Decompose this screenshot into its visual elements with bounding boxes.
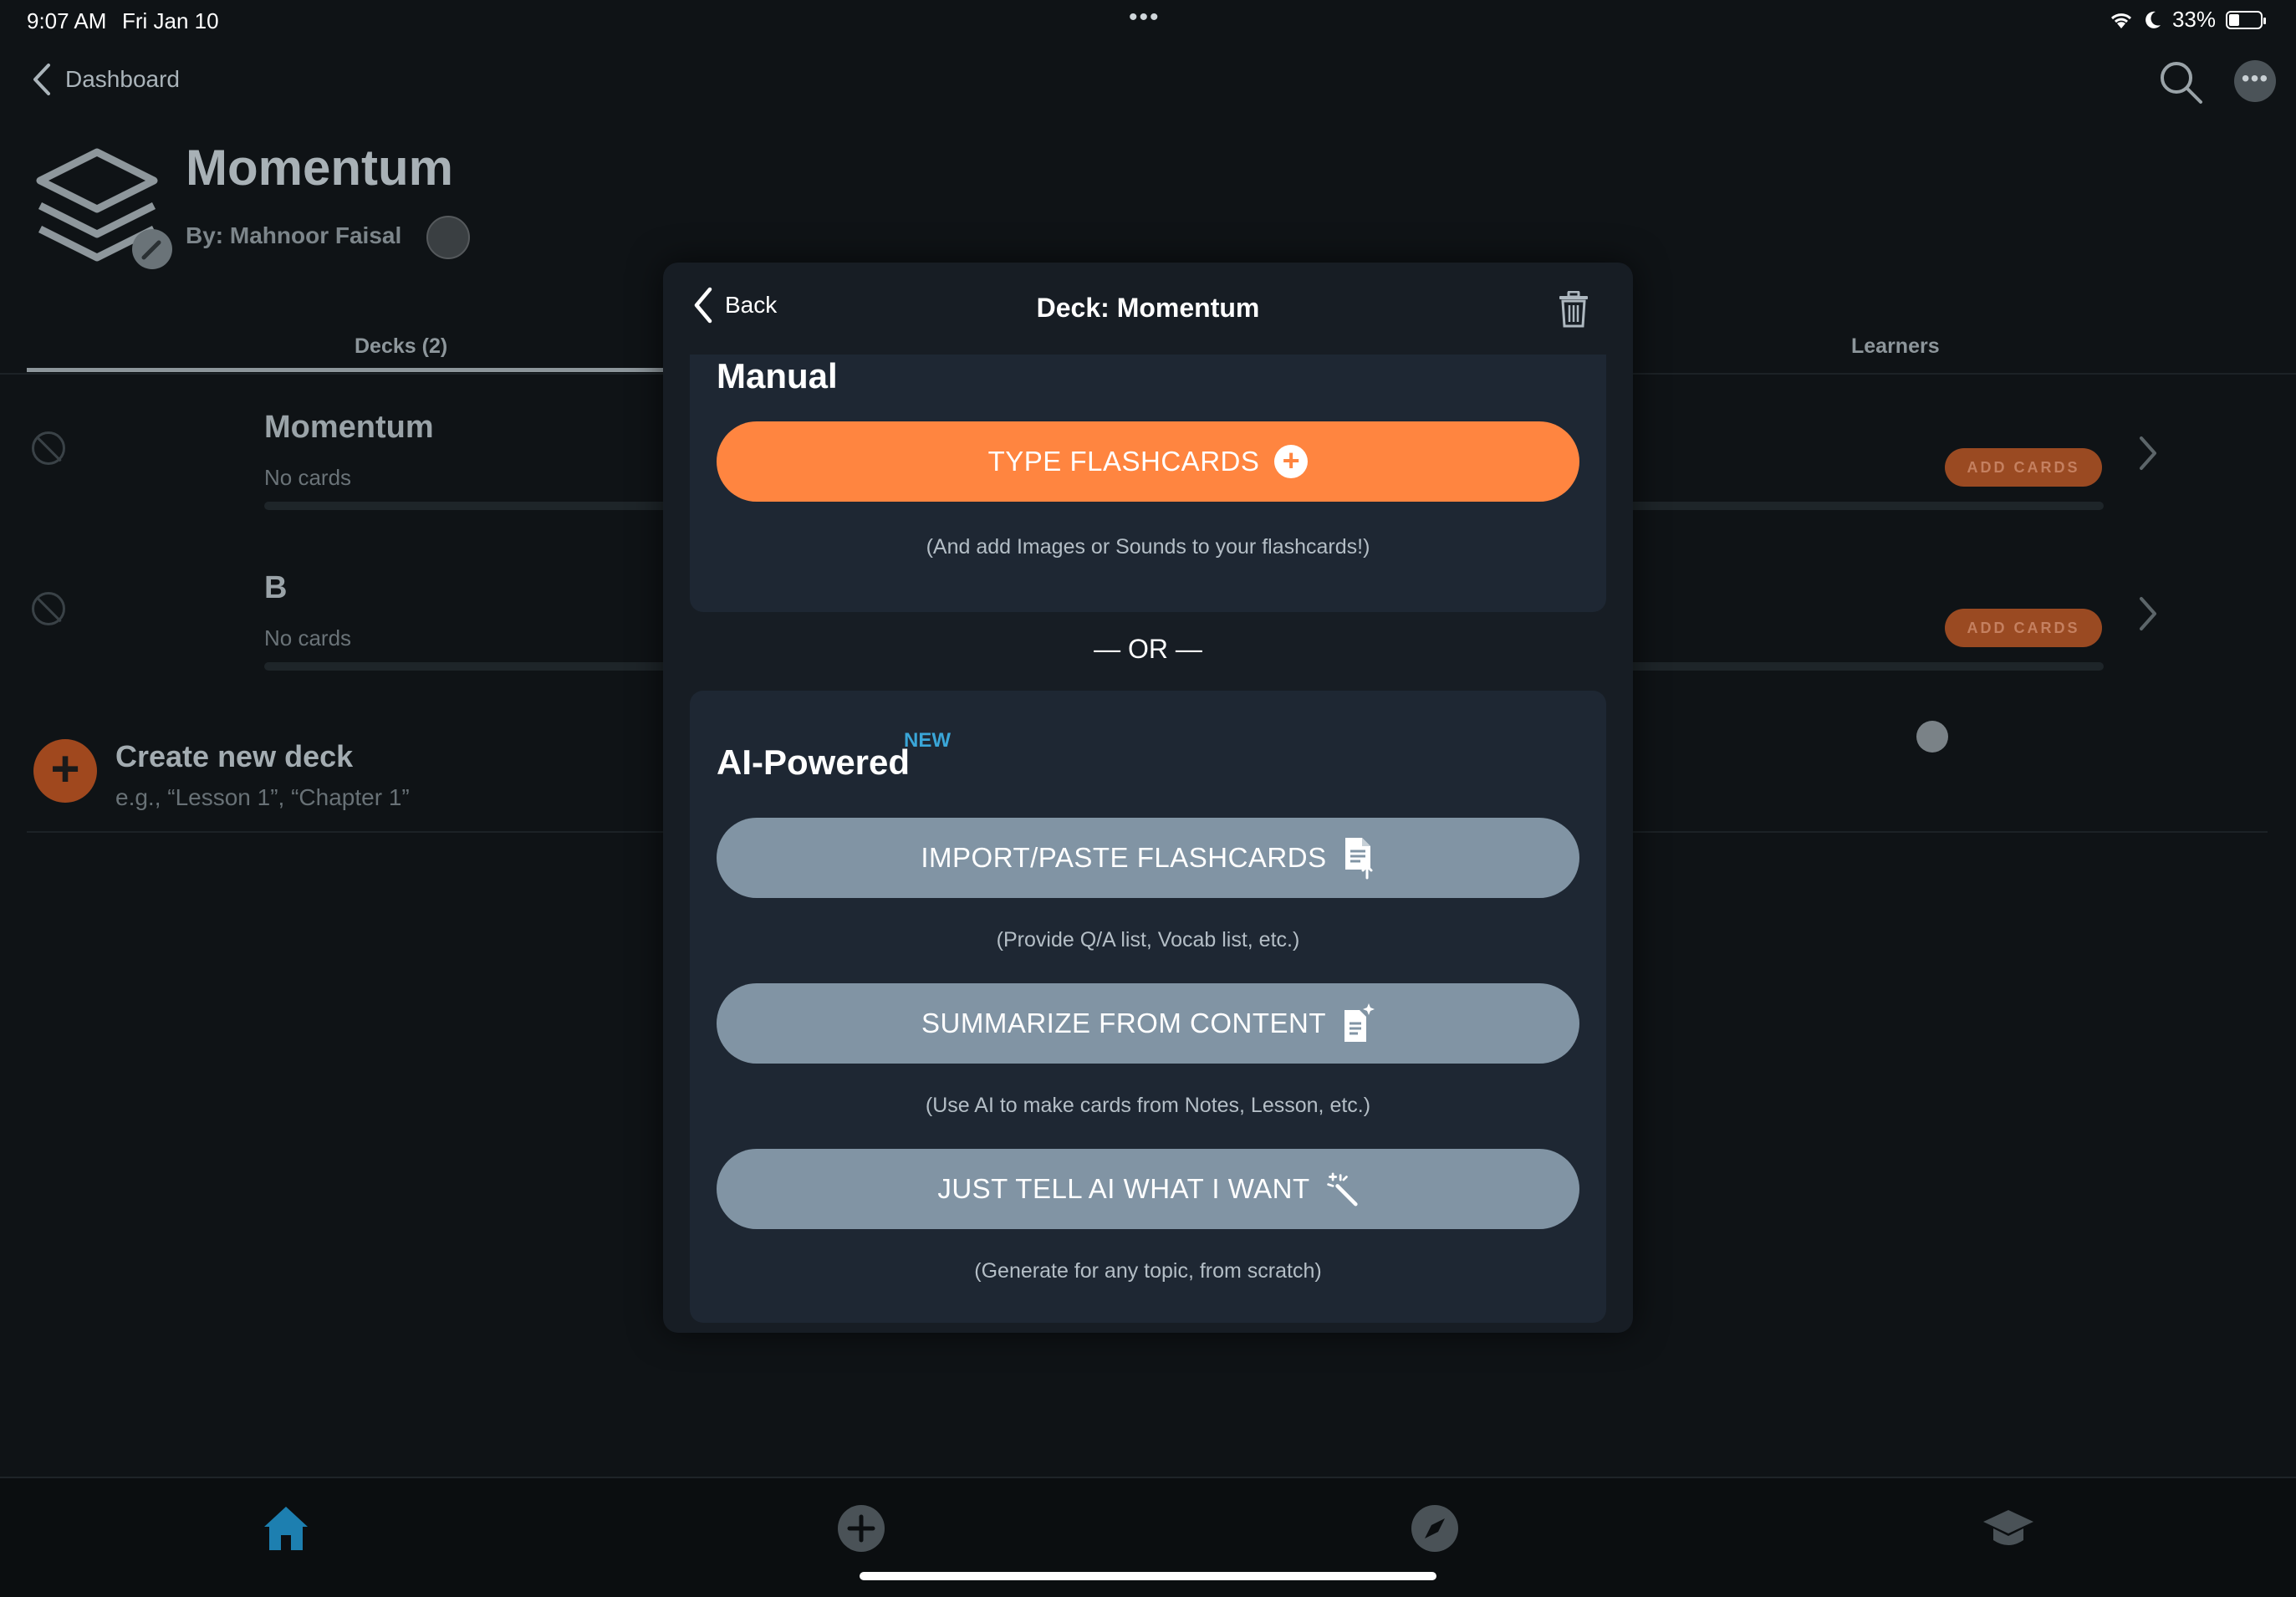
dashboard-back-label: Dashboard <box>65 66 180 92</box>
status-bar: 9:07 AM Fri Jan 10 ••• 33% <box>0 0 2296 40</box>
home-icon[interactable] <box>259 1502 313 1555</box>
add-cards-button[interactable]: ADD CARDS <box>1945 448 2102 487</box>
more-icon[interactable]: ••• <box>2234 60 2276 102</box>
trash-icon[interactable] <box>1558 291 1589 328</box>
summarize-label: SUMMARIZE FROM CONTENT <box>921 1008 1326 1038</box>
group-author: By: Mahnoor Faisal <box>186 222 402 248</box>
multitasking-dots-icon[interactable]: ••• <box>1129 3 1161 32</box>
add-icon[interactable] <box>834 1502 888 1555</box>
document-upload-icon <box>1344 838 1373 880</box>
battery-fill <box>2229 13 2239 26</box>
plus-circle-icon: + <box>1274 445 1309 478</box>
dashboard-back-button[interactable]: Dashboard <box>30 62 180 97</box>
plus-icon[interactable]: + <box>33 739 97 803</box>
create-deck-hint: e.g., “Lesson 1”, “Chapter 1” <box>115 784 410 810</box>
learn-graduation-cap-icon[interactable] <box>1982 1502 2035 1555</box>
magic-wand-icon <box>1326 1172 1358 1207</box>
deck-name: Momentum <box>264 410 434 445</box>
active-tab-indicator <box>27 368 666 372</box>
new-badge: NEW <box>904 729 951 752</box>
or-divider: — OR — <box>1094 634 1202 664</box>
deck-card-count: No cards <box>264 465 352 490</box>
status-indicators: 33% <box>2109 7 2266 33</box>
type-flashcards-label: TYPE FLASHCARDS <box>987 446 1260 477</box>
deck-name: B <box>264 570 288 605</box>
add-cards-button[interactable]: ADD CARDS <box>1945 609 2102 647</box>
avatar[interactable] <box>426 216 470 259</box>
deck-disabled-icon <box>32 592 65 625</box>
tab-decks[interactable]: Decks (2) <box>355 334 447 359</box>
add-cards-modal: Back Deck: Momentum Manual TYPE FLASHCAR… <box>663 263 1633 1333</box>
import-paste-flashcards-button[interactable]: IMPORT/PASTE FLASHCARDS <box>717 818 1579 898</box>
floating-dot-handle[interactable] <box>1916 721 1948 753</box>
create-deck-title: Create new deck <box>115 739 354 773</box>
deck-card-count: No cards <box>264 625 352 651</box>
status-date: Fri Jan 10 <box>122 8 219 33</box>
summarize-caption: (Use AI to make cards from Notes, Lesson… <box>925 1094 1371 1117</box>
type-flashcards-button[interactable]: TYPE FLASHCARDS + <box>717 421 1579 502</box>
battery-percent: 33% <box>2171 7 2216 32</box>
import-paste-label: IMPORT/PASTE FLASHCARDS <box>921 842 1327 873</box>
battery-icon <box>2226 10 2266 29</box>
chevron-left-icon <box>33 64 50 95</box>
chevron-right-icon[interactable] <box>2137 595 2159 632</box>
just-tell-ai-button[interactable]: JUST TELL AI WHAT I WANT <box>717 1149 1579 1229</box>
chevron-right-icon[interactable] <box>2137 435 2159 472</box>
just-tell-ai-label: JUST TELL AI WHAT I WANT <box>937 1173 1310 1204</box>
document-sparkle-icon <box>1344 1003 1375 1042</box>
manual-section: Manual TYPE FLASHCARDS + (And add Images… <box>690 355 1606 612</box>
group-title: Momentum <box>186 140 453 196</box>
summarize-from-content-button[interactable]: SUMMARIZE FROM CONTENT <box>717 983 1579 1064</box>
ai-powered-section: AI-Powered NEW IMPORT/PASTE FLASHCARDS (… <box>690 691 1606 1323</box>
status-time: 9:07 AM <box>27 8 107 33</box>
import-paste-caption: (Provide Q/A list, Vocab list, etc.) <box>996 928 1300 952</box>
modal-header: Back Deck: Momentum <box>663 263 1633 355</box>
just-tell-ai-caption: (Generate for any topic, from scratch) <box>974 1259 1322 1283</box>
deck-disabled-icon <box>32 431 65 465</box>
moon-icon <box>2145 11 2161 28</box>
home-indicator[interactable] <box>860 1572 1436 1580</box>
group-stack-logo-icon <box>36 148 172 269</box>
tab-learners[interactable]: Learners <box>1851 334 1940 359</box>
wifi-icon <box>2110 13 2131 28</box>
modal-title: Deck: Momentum <box>1036 293 1260 323</box>
ai-section-title: AI-Powered <box>717 742 911 782</box>
manual-section-title: Manual <box>717 356 838 395</box>
explore-compass-icon[interactable] <box>1408 1502 1462 1555</box>
search-icon[interactable] <box>2157 59 2204 105</box>
type-flashcards-caption: (And add Images or Sounds to your flashc… <box>926 535 1370 559</box>
